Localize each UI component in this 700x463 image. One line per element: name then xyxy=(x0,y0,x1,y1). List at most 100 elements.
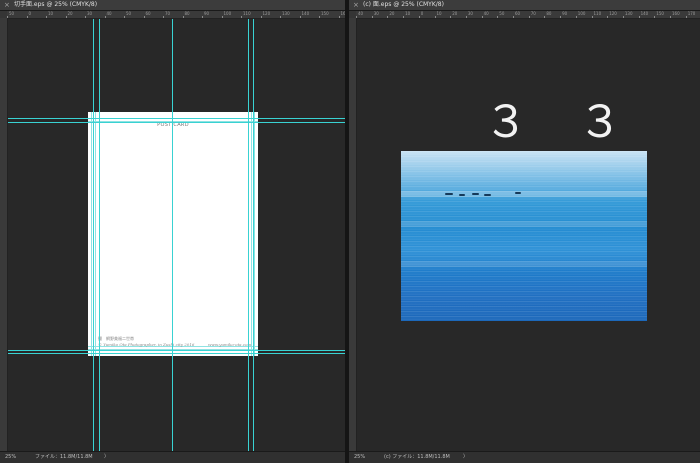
ruler-tick-label: 150 xyxy=(656,11,664,16)
ruler-origin[interactable] xyxy=(0,11,7,18)
left-document-tab[interactable]: × 切手面.eps @ 25% (CMYK/8) xyxy=(0,0,345,11)
horizontal-ruler[interactable]: 40 30 20 10 0 10 20 30 40 50 60 70 80 90 100 110 120 130 1… xyxy=(356,11,700,19)
boat xyxy=(472,193,479,195)
ruler-tick-label: 50 xyxy=(126,11,132,16)
guide-line-horizontal[interactable] xyxy=(8,353,345,354)
ruler-tick xyxy=(638,16,640,18)
ruler-tick xyxy=(182,16,184,18)
ruler-tick-label: 170 xyxy=(687,11,696,16)
ruler-tick-label: 110 xyxy=(593,11,602,16)
boat xyxy=(459,194,465,196)
ruler-tick-label: 30 xyxy=(373,11,379,16)
ruler-tick xyxy=(450,16,452,18)
ruler-tick-label: 100 xyxy=(577,11,586,16)
guide-line-vertical[interactable] xyxy=(253,19,254,452)
guide-line-vertical[interactable] xyxy=(99,19,100,452)
ruler-tick-label: 80 xyxy=(184,11,190,16)
ruler-tick xyxy=(26,16,28,18)
ruler-tick-label: 120 xyxy=(609,11,617,16)
boat xyxy=(515,192,521,194)
ruler-tick xyxy=(434,16,436,18)
ruler-tick xyxy=(670,16,671,18)
ruler-tick xyxy=(104,16,106,18)
ruler-tick-label: 80 xyxy=(546,11,552,16)
ruler-tick-label: 60 xyxy=(515,11,521,16)
ruler-tick xyxy=(560,16,562,18)
guide-line-horizontal[interactable] xyxy=(8,122,345,123)
bleed-guide xyxy=(254,112,255,356)
bleed-guide xyxy=(251,112,252,356)
ruler-tick-label: 70 xyxy=(530,11,536,16)
ruler-tick xyxy=(46,16,47,18)
close-icon[interactable]: × xyxy=(353,1,359,9)
postcard-url: www.yumiko-ota.com xyxy=(208,342,252,347)
ruler-tick xyxy=(143,16,145,18)
ruler-tick xyxy=(65,16,67,18)
right-document-tab[interactable]: × (c) 面.eps @ 25% (CMYK/8) xyxy=(349,0,700,11)
zoom-level[interactable]: 25% xyxy=(5,452,16,462)
ruler-tick xyxy=(607,16,609,18)
ruler-tick xyxy=(319,16,320,18)
boat xyxy=(484,194,491,196)
ruler-tick-label: 30 xyxy=(467,11,473,16)
ruler-tick xyxy=(387,16,389,18)
file-size-info: ファイル：11.8M/11.8M xyxy=(35,454,93,460)
ruler-tick-label: 130 xyxy=(282,11,290,16)
sea-photo[interactable] xyxy=(401,151,647,321)
right-document-title[interactable]: (c) 面.eps @ 25% (CMYK/8) xyxy=(363,1,444,9)
status-menu-arrow[interactable]: 〉 xyxy=(104,452,109,462)
left-canvas[interactable]: POST CARD 撮 網野美福二世帯 © Yumiko Ota Photogr… xyxy=(8,19,345,452)
close-icon[interactable]: × xyxy=(4,1,10,9)
vertical-ruler[interactable] xyxy=(0,18,8,452)
ruler-tick xyxy=(202,16,203,18)
ruler-origin[interactable] xyxy=(349,11,356,18)
guide-line-vertical[interactable] xyxy=(93,19,94,452)
ruler-tick xyxy=(241,16,242,18)
ruler-tick xyxy=(622,16,624,18)
ruler-tick xyxy=(465,16,467,18)
file-size-info: (c) ファイル：11.8M/11.8M xyxy=(384,454,450,460)
ruler-tick xyxy=(591,16,593,18)
ruler-tick-label: 40 xyxy=(358,11,364,16)
guide-line-vertical[interactable] xyxy=(248,19,249,452)
ruler-tick-label: 90 xyxy=(204,11,210,16)
ruler-tick-label: 70 xyxy=(165,11,171,16)
ruler-tick xyxy=(497,16,499,18)
ruler-tick-label: 20 xyxy=(67,11,73,16)
boat xyxy=(445,193,453,195)
water-texture xyxy=(401,151,647,321)
ruler-tick xyxy=(544,16,546,18)
left-status-bar: 25% ファイル：11.8M/11.8M 〉 xyxy=(0,451,345,463)
ruler-tick xyxy=(685,16,687,18)
right-document-window: × (c) 面.eps @ 25% (CMYK/8) 40 30 20 10 0 10 20… xyxy=(349,0,700,463)
ruler-tick xyxy=(371,16,373,18)
right-canvas[interactable]: ３ ３ xyxy=(357,19,700,452)
page-number-text: ３ ３ xyxy=(484,97,640,148)
postcard-artboard[interactable]: POST CARD 撮 網野美福二世帯 © Yumiko Ota Photogr… xyxy=(88,112,258,356)
ruler-tick-label: 120 xyxy=(262,11,271,16)
guide-line-horizontal[interactable] xyxy=(8,350,345,351)
ruler-tick-label: 40 xyxy=(106,11,112,16)
ruler-tick-label: 90 xyxy=(562,11,568,16)
bleed-guide xyxy=(91,112,92,356)
ruler-tick-label: 130 xyxy=(624,11,633,16)
zoom-level[interactable]: 25% xyxy=(354,452,365,462)
status-menu-arrow[interactable]: 〉 xyxy=(463,452,468,462)
ruler-tick xyxy=(260,16,262,18)
guide-line-horizontal[interactable] xyxy=(8,118,345,119)
ruler-tick xyxy=(280,16,281,18)
ruler-tick xyxy=(403,16,405,18)
vertical-ruler[interactable] xyxy=(349,18,357,452)
guide-line-vertical[interactable] xyxy=(172,19,173,452)
horizontal-ruler[interactable]: 50 0 10 20 30 40 50 60 70 80 90 100 110 120 130 140 150 1… xyxy=(7,11,345,19)
ruler-tick-label: 50 xyxy=(499,11,505,16)
ruler-tick xyxy=(418,16,420,18)
left-document-title[interactable]: 切手面.eps @ 25% (CMYK/8) xyxy=(14,1,97,9)
postcard-copyright: © Yumiko Ota Photographer, in Zushi city… xyxy=(98,342,195,347)
ruler-tick-label: 10 xyxy=(436,11,442,16)
ruler-tick-label: 10 xyxy=(48,11,54,16)
ruler-tick-label: 30 xyxy=(87,11,93,16)
ruler-tick xyxy=(528,16,530,18)
left-document-window: × 切手面.eps @ 25% (CMYK/8) 50 0 10 20 30 40 50 60… xyxy=(0,0,345,463)
bleed-guide xyxy=(95,112,96,356)
